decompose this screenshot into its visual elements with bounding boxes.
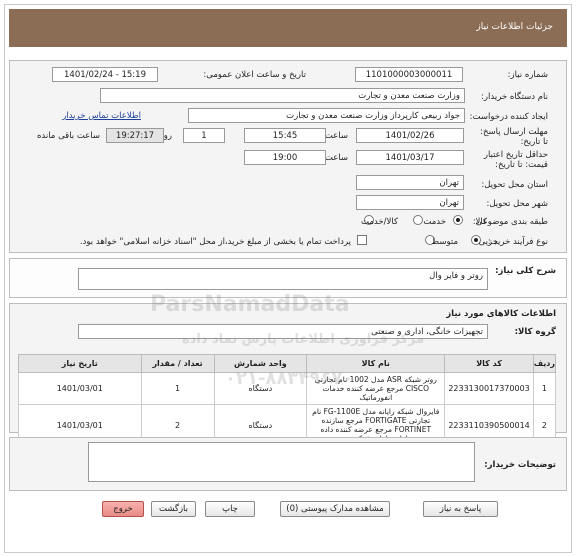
cell-date: 1401/03/01 [18, 372, 142, 405]
validity-label: حداقل تاریخ اعتبار قیمت: تا تاریخ: [483, 150, 548, 170]
column-header-unit: واحد شمارش [213, 354, 308, 373]
buyer-notes-field [88, 442, 475, 482]
page-header: جزئیات اطلاعات نیاز [9, 9, 567, 47]
deadline-time-field: 15:45 [244, 128, 326, 143]
process-option-medium: متوسط [431, 237, 458, 247]
cell-name: روتر شبکه ASR مدل 1002 نام تجارتی CISCO … [306, 372, 446, 405]
print-button[interactable]: چاپ [205, 501, 255, 517]
need-number-field: 1101000003000011 [355, 67, 463, 82]
validity-time-field: 19:00 [244, 150, 326, 165]
reply-button[interactable]: پاسخ به نیاز [423, 501, 498, 517]
deadline-time-label: ساعت [324, 131, 348, 141]
column-header-qty: تعداد / مقدار [140, 354, 215, 373]
payment-note: پرداخت تمام یا بخشی از مبلغ خرید،از محل … [79, 237, 351, 247]
deadline-date-field: 1401/02/26 [356, 128, 464, 143]
announce-datetime-field: 1401/02/24 - 15:19 [52, 67, 158, 82]
buyer-org-label: نام دستگاه خریدار: [481, 92, 548, 102]
buyer-org-field: وزارت صنعت معدن و تجارت [100, 88, 465, 103]
cell-unit: دستگاه [213, 372, 308, 405]
category-option-both: کالا/خدمت [361, 217, 398, 227]
need-number-label: شماره نیاز: [507, 70, 548, 80]
goods-section-title: اطلاعات کالاهای مورد نیاز [446, 309, 556, 319]
goods-table: ردیف کد کالا نام کالا واحد شمارش تعداد /… [18, 354, 557, 446]
city-field: تهران [356, 195, 464, 210]
days-remaining-field: 1 [183, 128, 225, 143]
category-option-goods: کالا [475, 217, 487, 227]
page-title: جزئیات اطلاعات نیاز [476, 22, 553, 32]
cell-qty: 1 [140, 372, 215, 405]
remaining-time-field: 19:27:17 [106, 128, 164, 143]
creator-field: جواد ربیعی کارپرداز وزارت صنعت معدن و تج… [188, 108, 465, 123]
buyer-notes-label: توضیحات خریدار: [484, 460, 556, 470]
remaining-time-label: ساعت باقی مانده [36, 131, 100, 141]
city-label: شهر محل تحویل: [486, 199, 548, 209]
summary-field: روتر و فایر وال [78, 268, 488, 290]
creator-label: ایجاد کننده درخواست: [469, 112, 548, 122]
back-button[interactable]: بازگشت [151, 501, 196, 517]
process-option-minor: جزیی [478, 237, 498, 247]
category-option-service: خدمت [423, 217, 446, 227]
validity-date-field: 1401/03/17 [356, 150, 464, 165]
province-label: استان محل تحویل: [481, 180, 548, 190]
view-documents-button[interactable]: مشاهده مدارک پیوستی (0) [280, 501, 390, 517]
summary-label: شرح کلی نیاز: [495, 266, 556, 276]
deadline-label: مهلت ارسال پاسخ: تا تاریخ: [480, 127, 548, 147]
goods-group-label: گروه کالا: [514, 327, 556, 337]
column-header-date: تاریخ نیاز [18, 354, 142, 373]
cell-code: 2233130017370003 [444, 372, 534, 405]
goods-group-field: تجهیزات خانگی، اداری و صنعتی [78, 324, 488, 339]
table-row: 1 2233130017370003 روتر شبکه ASR مدل 100… [18, 372, 557, 405]
column-header-code: کد کالا [444, 354, 534, 373]
cell-row: 1 [532, 372, 557, 405]
category-radio-goods[interactable] [453, 215, 463, 225]
province-field: تهران [356, 175, 464, 190]
validity-time-label: ساعت [324, 153, 348, 163]
exit-button[interactable]: خروج [102, 501, 144, 517]
contact-info-link[interactable]: اطلاعات تماس خریدار [62, 111, 141, 121]
category-radio-service[interactable] [413, 215, 423, 225]
column-header-row: ردیف [532, 354, 557, 373]
column-header-name: نام کالا [306, 354, 446, 373]
announce-label: تاریخ و ساعت اعلان عمومی: [203, 70, 306, 80]
goods-table-header: ردیف کد کالا نام کالا واحد شمارش تعداد /… [18, 354, 557, 373]
treasury-checkbox[interactable] [357, 235, 367, 245]
